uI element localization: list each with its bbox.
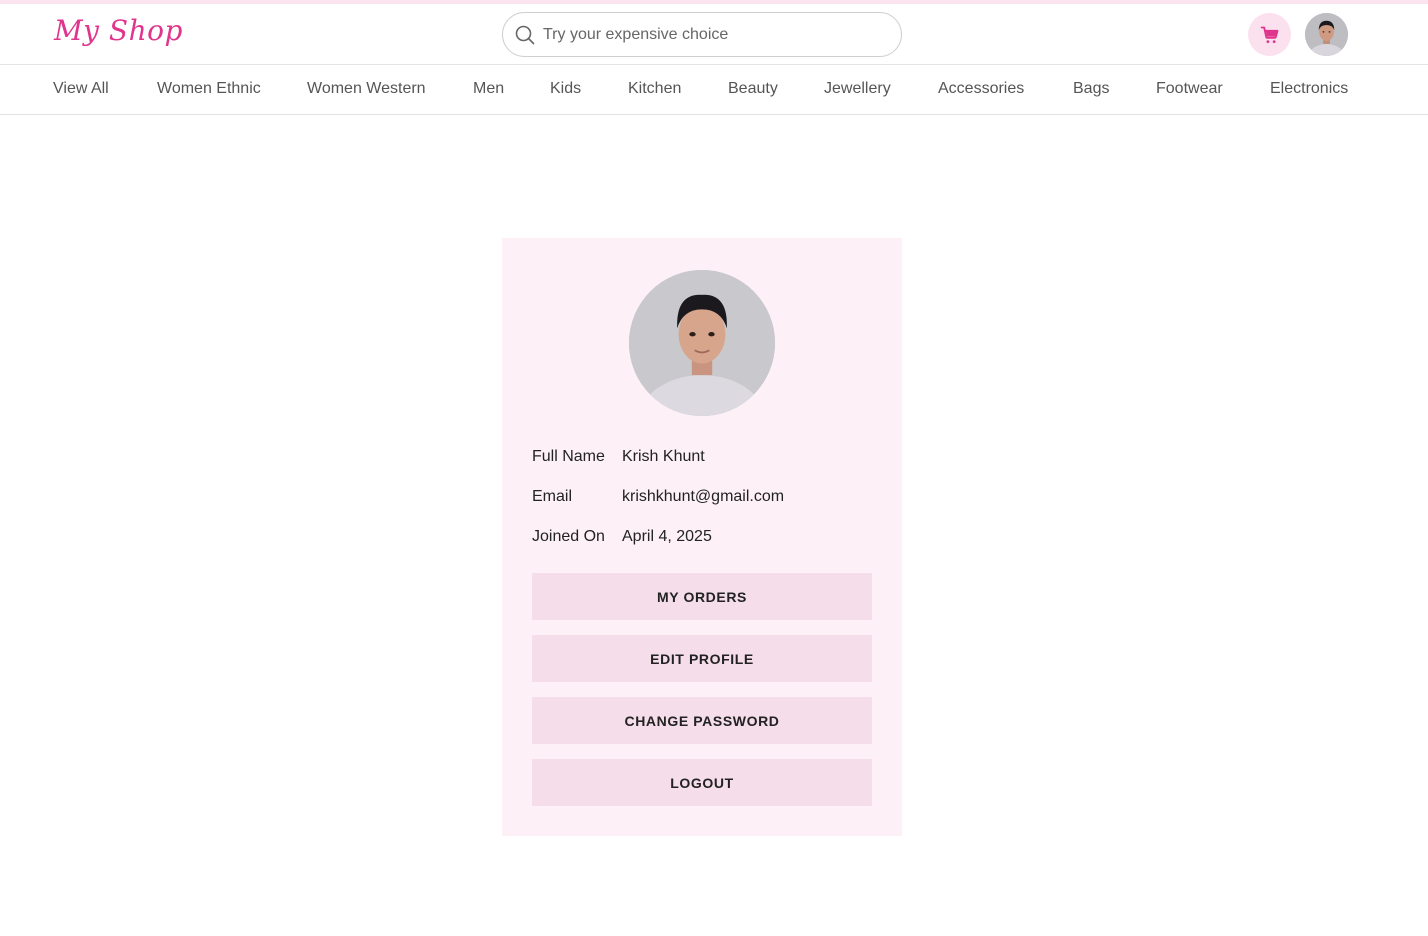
edit-profile-button[interactable]: EDIT PROFILE [532, 635, 872, 682]
nav-item-view-all[interactable]: View All [53, 80, 109, 98]
cart-icon [1260, 26, 1278, 43]
search-bar[interactable] [502, 12, 902, 57]
email-value: krishkhunt@gmail.com [622, 488, 785, 505]
search-input[interactable] [543, 25, 873, 44]
brand-logo[interactable]: My Shop [54, 14, 183, 47]
nav-item-accessories[interactable]: Accessories [938, 80, 1024, 98]
cart-button[interactable] [1248, 13, 1291, 56]
nav-item-men[interactable]: Men [473, 80, 504, 98]
nav-item-women-western[interactable]: Women Western [307, 80, 426, 98]
nav-item-women-ethnic[interactable]: Women Ethnic [157, 80, 261, 98]
field-label: Joined On [532, 528, 605, 545]
search-icon [515, 25, 535, 44]
nav-item-electronics[interactable]: Electronics [1270, 80, 1348, 98]
nav-item-jewellery[interactable]: Jewellery [824, 80, 891, 98]
user-photo-icon [629, 270, 775, 416]
nav-item-kitchen[interactable]: Kitchen [628, 80, 681, 98]
nav-item-bags[interactable]: Bags [1073, 80, 1109, 98]
nav-item-footwear[interactable]: Footwear [1156, 80, 1223, 98]
nav-item-kids[interactable]: Kids [550, 80, 581, 98]
nav-item-beauty[interactable]: Beauty [728, 80, 778, 98]
change-password-button[interactable]: CHANGE PASSWORD [532, 697, 872, 744]
header: My Shop [0, 4, 1428, 65]
field-label: Full Name [532, 448, 605, 465]
field-label: Email [532, 488, 573, 505]
profile-avatar-button[interactable] [1305, 13, 1348, 56]
profile-photo [629, 270, 775, 416]
user-avatar-icon [1305, 13, 1348, 56]
profile-card: Full Name Krish Khunt Email krishkhunt@g… [502, 238, 902, 836]
joined-on-value: April 4, 2025 [622, 528, 712, 545]
full-name-value: Krish Khunt [622, 448, 705, 465]
my-orders-button[interactable]: MY ORDERS [532, 573, 872, 620]
logout-button[interactable]: LOGOUT [532, 759, 872, 806]
category-nav: View All Women Ethnic Women Western Men … [0, 65, 1428, 115]
